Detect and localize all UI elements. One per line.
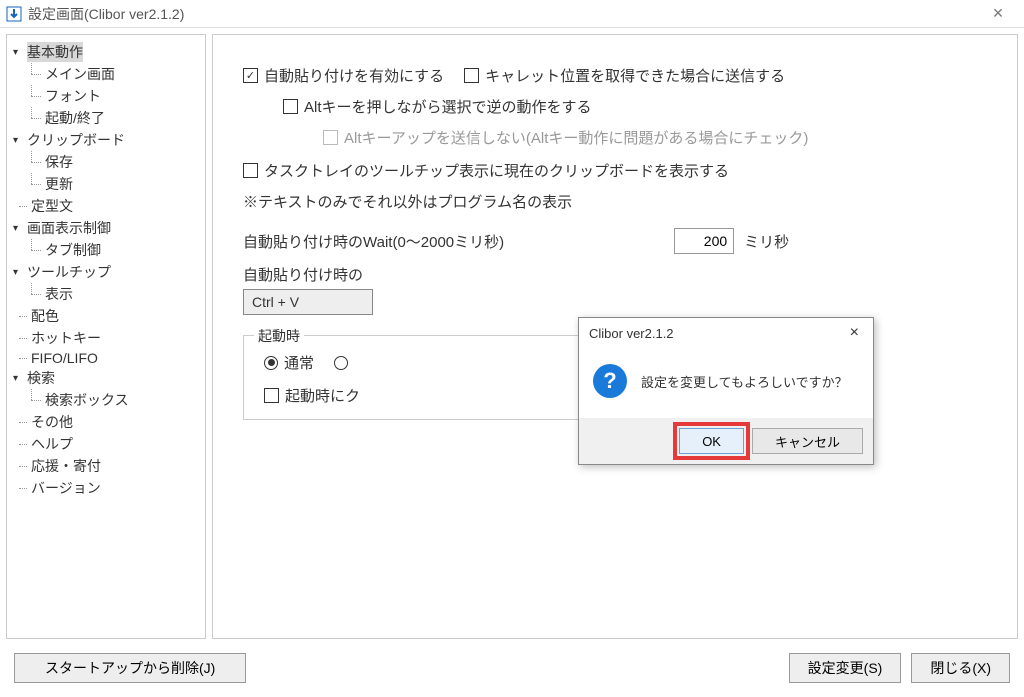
tree-item[interactable]: ホットキー [9, 327, 203, 349]
settings-panel: ✓自動貼り付けを有効にする キャレット位置を取得できた場合に送信する Altキー… [212, 34, 1018, 639]
apply-settings-button[interactable]: 設定変更(S) [789, 653, 902, 683]
dialog-ok-button[interactable]: OK [679, 428, 744, 454]
tree-item[interactable]: ▾ツールチップ [9, 261, 203, 283]
confirm-dialog: Clibor ver2.1.2 × ? 設定を変更してもよろしいですか？ OK … [578, 317, 874, 465]
tree-item[interactable]: ヘルプ [9, 433, 203, 455]
startup-legend: 起動時 [254, 326, 304, 346]
caret-icon: ▾ [13, 267, 27, 278]
checkbox-caret-send[interactable]: キャレット位置を取得できた場合に送信する [464, 65, 785, 86]
dialog-cancel-button[interactable]: キャンセル [752, 428, 863, 454]
radio-normal[interactable]: 通常 [264, 352, 314, 373]
app-icon [6, 6, 22, 22]
checkbox-auto-paste-enable[interactable]: ✓自動貼り付けを有効にする [243, 65, 444, 86]
checkbox-alt-reverse[interactable]: Altキーを押しながら選択で逆の動作をする [283, 96, 592, 117]
dialog-message: 設定を変更してもよろしいですか？ [641, 372, 848, 391]
checkbox-startup-clear[interactable]: 起動時にク [264, 385, 360, 406]
dialog-close-button[interactable]: × [846, 324, 863, 342]
window-close-button[interactable]: × [978, 3, 1018, 24]
tree-item[interactable]: 応援・寄付 [9, 455, 203, 477]
question-icon: ? [593, 364, 627, 398]
tree-item[interactable]: バージョン [9, 477, 203, 499]
tree-item[interactable]: 定型文 [9, 195, 203, 217]
tree-item[interactable]: 更新 [9, 173, 203, 195]
radio-other[interactable] [334, 356, 348, 370]
tree-item[interactable]: メイン画面 [9, 63, 203, 85]
caret-icon: ▾ [13, 373, 27, 384]
wait-label: 自動貼り付け時のWait(0～2000ミリ秒) [243, 231, 504, 252]
tree-item[interactable]: ▾クリップボード [9, 129, 203, 151]
checkbox-tray-tooltip[interactable]: タスクトレイのツールチップ表示に現在のクリップボードを表示する [243, 160, 729, 181]
close-button[interactable]: 閉じる(X) [911, 653, 1010, 683]
tree-item[interactable]: その他 [9, 411, 203, 433]
paste-method-label: 自動貼り付け時の [243, 264, 987, 285]
tree-item[interactable]: タブ制御 [9, 239, 203, 261]
tree-item[interactable]: 保存 [9, 151, 203, 173]
caret-icon: ▾ [13, 223, 27, 234]
caret-icon: ▾ [13, 135, 27, 146]
tree-item[interactable]: ▾画面表示制御 [9, 217, 203, 239]
tree-item[interactable]: FIFO/LIFO [9, 349, 203, 367]
wait-input[interactable] [674, 228, 734, 254]
tree-item[interactable]: 起動/終了 [9, 107, 203, 129]
tree-item[interactable]: フォント [9, 85, 203, 107]
checkbox-alt-up-nosend: Altキーアップを送信しない(Altキー動作に問題がある場合にチェック) [323, 127, 808, 148]
tray-note: ※テキストのみでそれ以外はプログラム名の表示 [243, 191, 987, 212]
tree-item[interactable]: ▾基本動作 [9, 41, 203, 63]
remove-startup-button[interactable]: スタートアップから削除(J) [14, 653, 246, 683]
title-bar: 設定画面(Clibor ver2.1.2) × [0, 0, 1024, 28]
dialog-title: Clibor ver2.1.2 [589, 326, 846, 341]
window-title: 設定画面(Clibor ver2.1.2) [28, 4, 978, 24]
settings-tree: ▾基本動作メイン画面フォント起動/終了▾クリップボード保存更新定型文▾画面表示制… [6, 34, 206, 639]
caret-icon: ▾ [13, 47, 27, 58]
tree-item[interactable]: 表示 [9, 283, 203, 305]
tree-item[interactable]: 配色 [9, 305, 203, 327]
footer-bar: スタートアップから削除(J) 設定変更(S) 閉じる(X) [0, 645, 1024, 691]
paste-method-dropdown[interactable]: Ctrl + V [243, 289, 373, 315]
tree-item[interactable]: 検索ボックス [9, 389, 203, 411]
wait-unit: ミリ秒 [744, 231, 789, 252]
tree-item[interactable]: ▾検索 [9, 367, 203, 389]
